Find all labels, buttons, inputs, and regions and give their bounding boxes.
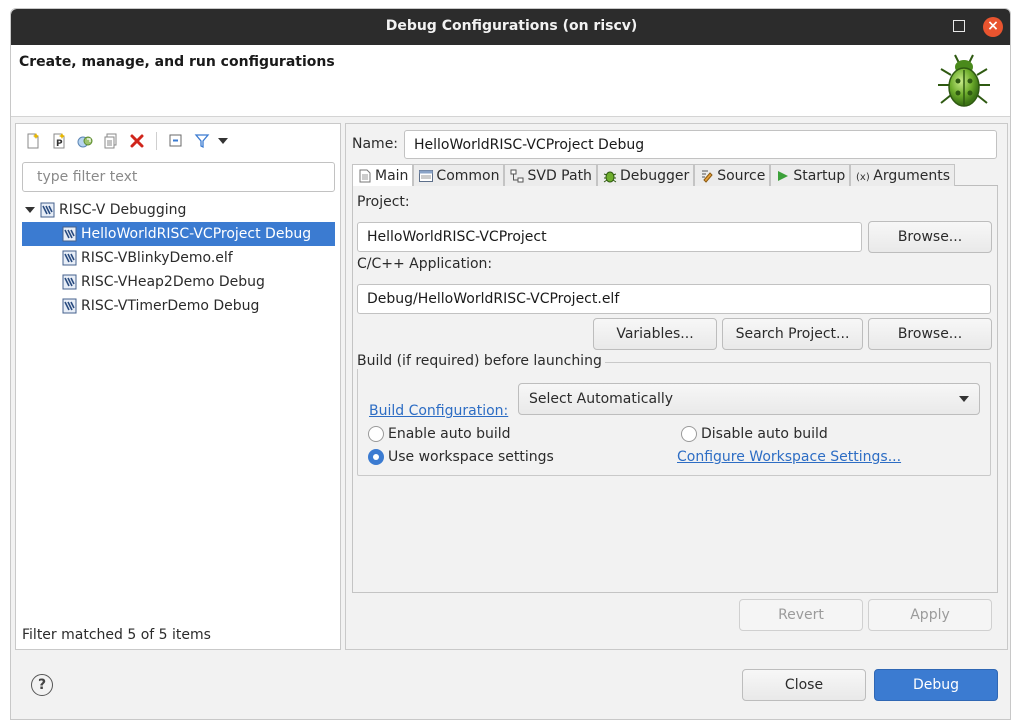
tab-label: Startup xyxy=(793,167,846,184)
build-group-title: Build (if required) before launching xyxy=(357,353,605,369)
header-banner: Create, manage, and run configurations xyxy=(11,45,1010,117)
svg-text:(x): (x) xyxy=(856,172,870,182)
configurations-panel: P type filter text RISC-V Debugging Hell… xyxy=(15,123,341,650)
svg-text:P: P xyxy=(56,139,63,149)
build-configuration-value: Select Automatically xyxy=(529,391,674,407)
tree-item-label: RISC-VTimerDemo Debug xyxy=(81,298,260,314)
variables-button[interactable]: Variables... xyxy=(593,318,717,350)
tab-label: Arguments xyxy=(873,167,951,184)
duplicate-configuration-icon[interactable] xyxy=(100,130,122,152)
revert-button[interactable]: Revert xyxy=(739,599,863,631)
collapse-all-icon[interactable] xyxy=(165,130,187,152)
build-configuration-link[interactable]: Build Configuration: xyxy=(369,403,508,419)
svd-path-tab-icon xyxy=(510,169,524,183)
radio-label: Enable auto build xyxy=(388,426,511,442)
project-input[interactable] xyxy=(357,222,862,252)
tree-item-heap2-demo[interactable]: RISC-VHeap2Demo Debug xyxy=(22,270,335,294)
build-configuration-select[interactable]: Select Automatically xyxy=(518,383,980,415)
radio-indicator-selected xyxy=(368,449,384,465)
new-prototype-icon[interactable]: P xyxy=(48,130,70,152)
tab-source[interactable]: Source xyxy=(694,164,771,186)
apply-button[interactable]: Apply xyxy=(868,599,992,631)
launch-config-icon xyxy=(62,226,78,242)
arguments-tab-icon: (x) xyxy=(856,169,870,183)
disable-auto-build-radio[interactable]: Disable auto build xyxy=(681,426,828,442)
radio-label: Use workspace settings xyxy=(388,449,554,465)
enable-auto-build-radio[interactable]: Enable auto build xyxy=(368,426,511,442)
configuration-tabs: Main Common SVD Path Debugger Source Sta… xyxy=(352,164,998,187)
radio-indicator xyxy=(681,426,697,442)
build-group: Build Configuration: Select Automaticall… xyxy=(357,362,991,476)
debugger-tab-icon xyxy=(603,169,617,183)
search-project-button[interactable]: Search Project... xyxy=(722,318,863,350)
filter-status: Filter matched 5 of 5 items xyxy=(22,627,211,643)
application-input[interactable] xyxy=(357,284,991,314)
startup-tab-icon xyxy=(776,169,790,183)
tab-label: Source xyxy=(717,167,766,184)
close-window-button[interactable]: × xyxy=(983,17,1003,37)
radio-label: Disable auto build xyxy=(701,426,828,442)
common-tab-icon xyxy=(419,169,434,183)
maximize-button[interactable] xyxy=(953,20,965,32)
tree-item-label: HelloWorldRISC-VCProject Debug xyxy=(81,226,312,242)
toolbar-separator xyxy=(156,132,157,150)
help-icon[interactable]: ? xyxy=(31,674,53,696)
delete-configuration-icon[interactable] xyxy=(126,130,148,152)
tab-svd-path[interactable]: SVD Path xyxy=(504,164,597,186)
tab-label: SVD Path xyxy=(527,167,592,184)
close-button[interactable]: Close xyxy=(742,669,866,701)
filter-icon[interactable] xyxy=(191,130,213,152)
tree-item-blinky-demo[interactable]: RISC-VBlinkyDemo.elf xyxy=(22,246,335,270)
tab-main[interactable]: Main xyxy=(352,164,414,187)
chevron-down-icon xyxy=(959,396,969,402)
export-configuration-icon[interactable] xyxy=(74,130,96,152)
tree-item-helloworld-debug[interactable]: HelloWorldRISC-VCProject Debug xyxy=(22,222,335,246)
filter-input[interactable] xyxy=(22,162,335,192)
launch-config-icon xyxy=(62,298,78,314)
project-label: Project: xyxy=(357,194,410,210)
banner-heading: Create, manage, and run configurations xyxy=(19,54,335,70)
tree-item-label: RISC-VHeap2Demo Debug xyxy=(81,274,265,290)
debug-bug-icon xyxy=(938,54,990,107)
new-configuration-icon[interactable] xyxy=(22,130,44,152)
configuration-editor: Name: Main Common SVD Path xyxy=(345,123,1008,650)
tree-item-label: RISC-VBlinkyDemo.elf xyxy=(81,250,233,266)
name-label: Name: xyxy=(352,136,399,152)
title-bar: Debug Configurations (on riscv) × xyxy=(11,9,1010,45)
tab-label: Common xyxy=(436,167,500,184)
main-tab-icon xyxy=(358,169,372,183)
main-tab-content: Project: Browse... C/C++ Application: Va… xyxy=(352,186,998,593)
tab-label: Main xyxy=(375,168,409,184)
expand-chevron-icon[interactable] xyxy=(22,206,38,214)
tab-arguments[interactable]: (x) Arguments xyxy=(850,164,956,186)
configuration-name-input[interactable] xyxy=(404,130,997,159)
browse-application-button[interactable]: Browse... xyxy=(868,318,992,350)
radio-indicator xyxy=(368,426,384,442)
configuration-tree: RISC-V Debugging HelloWorldRISC-VCProjec… xyxy=(22,198,335,318)
window-title: Debug Configurations (on riscv) xyxy=(385,18,638,34)
tree-category-risc-v-debugging[interactable]: RISC-V Debugging xyxy=(22,198,335,222)
use-workspace-settings-radio[interactable]: Use workspace settings xyxy=(368,449,554,465)
configure-workspace-settings-link[interactable]: Configure Workspace Settings... xyxy=(677,449,901,465)
launch-config-icon xyxy=(62,250,78,266)
view-menu-icon[interactable] xyxy=(217,130,229,152)
application-label: C/C++ Application: xyxy=(357,256,493,272)
configurations-toolbar: P xyxy=(22,130,229,152)
debug-button[interactable]: Debug xyxy=(874,669,998,701)
tab-label: Debugger xyxy=(619,167,690,184)
tree-item-timer-demo[interactable]: RISC-VTimerDemo Debug xyxy=(22,294,335,318)
debug-configurations-dialog: Debug Configurations (on riscv) × Create… xyxy=(10,8,1011,720)
tab-startup[interactable]: Startup xyxy=(770,164,851,186)
risc-v-launch-type-icon xyxy=(40,202,56,218)
launch-config-icon xyxy=(62,274,78,290)
tab-common[interactable]: Common xyxy=(413,164,505,186)
source-tab-icon xyxy=(700,169,714,183)
tree-category-label: RISC-V Debugging xyxy=(59,202,187,218)
tab-debugger[interactable]: Debugger xyxy=(596,164,695,186)
browse-project-button[interactable]: Browse... xyxy=(868,221,992,253)
